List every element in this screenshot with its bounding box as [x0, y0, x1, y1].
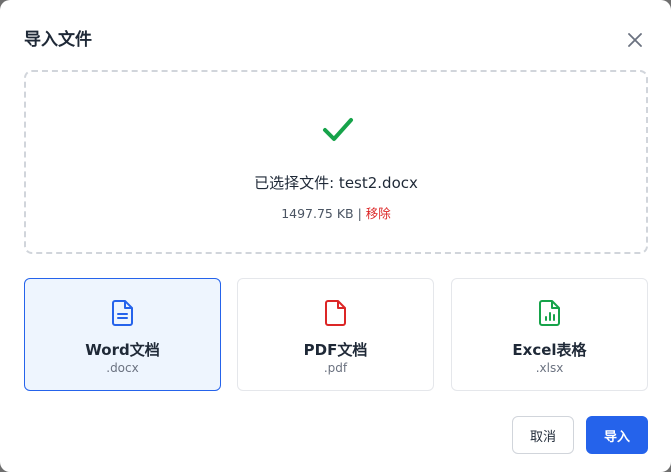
separator: | [353, 206, 366, 221]
close-button[interactable] [622, 27, 648, 53]
file-dropzone[interactable]: 已选择文件: test2.docx 1497.75 KB | 移除 [24, 70, 648, 254]
import-button[interactable]: 导入 [586, 416, 648, 454]
document-icon [111, 300, 133, 326]
file-size: 1497.75 KB [281, 206, 354, 221]
format-extension: .docx [106, 361, 139, 375]
format-card-excel[interactable]: Excel表格 .xlsx [451, 278, 648, 391]
format-card-pdf[interactable]: PDF文档 .pdf [237, 278, 434, 391]
import-dialog: 导入文件 已选择文件: test2.docx 1497.75 KB | 移除 W… [0, 0, 671, 472]
format-card-word[interactable]: Word文档 .docx [24, 278, 221, 391]
dialog-title: 导入文件 [24, 30, 92, 50]
file-icon [324, 300, 346, 326]
check-icon [323, 118, 353, 141]
format-extension: .xlsx [535, 361, 564, 375]
selected-file-text: 已选择文件: test2.docx [254, 174, 418, 192]
format-label: Excel表格 [512, 341, 587, 359]
cancel-button[interactable]: 取消 [512, 416, 574, 454]
format-label: Word文档 [85, 341, 160, 359]
close-icon [628, 33, 642, 47]
file-info-line: 1497.75 KB | 移除 [26, 203, 646, 222]
format-extension: .pdf [323, 361, 348, 375]
format-label: PDF文档 [303, 341, 368, 359]
remove-file-link[interactable]: 移除 [366, 206, 391, 221]
spreadsheet-icon [538, 300, 560, 326]
